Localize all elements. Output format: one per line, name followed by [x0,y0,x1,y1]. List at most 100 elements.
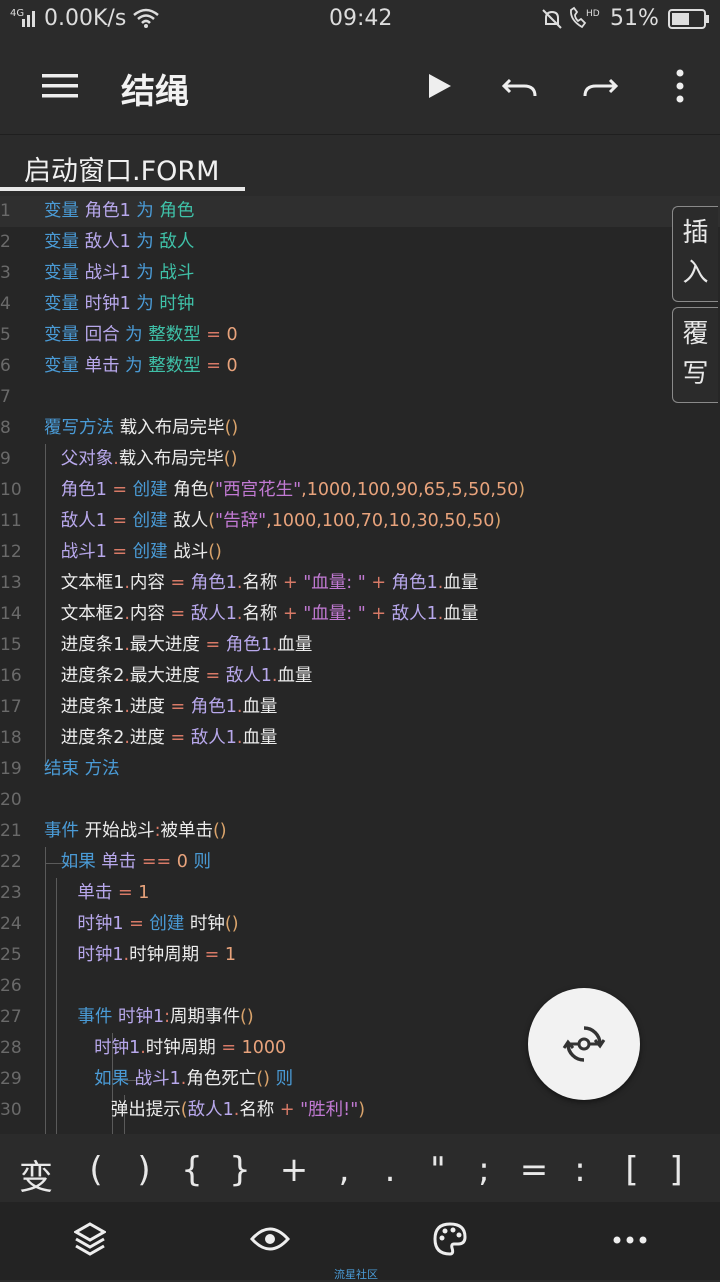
symbol-key[interactable]: = [514,1150,554,1190]
symbol-key[interactable]: " [418,1150,458,1190]
symbol-key[interactable]: 变 [16,1150,56,1199]
code-line[interactable]: 21 事件 开始战斗:被单击() [0,816,720,847]
signal-bars-icon [22,11,35,27]
code-token: = [200,325,227,345]
code-line[interactable]: 25 时钟1.时钟周期 = 1 [0,940,720,971]
code-line[interactable]: 30 弹出提示(敌人1.名称 + "胜利!") [0,1095,720,1126]
hd-call-icon: HD [570,6,600,29]
code-token: 时钟1 [77,914,124,934]
code-line[interactable]: 5 变量 回合 为 整数型 = 0 [0,320,720,351]
code-line[interactable]: 6 变量 单击 为 整数型 = 0 [0,351,720,382]
code-token: 战斗1 [60,542,107,562]
code-token: ) [358,1100,366,1120]
code-text: 弹出提示(敌人1.名称 + "胜利!") [44,1095,365,1126]
code-token: 敌人1 [391,604,438,624]
symbol-key[interactable]: } [220,1150,260,1190]
code-token: 文本框1 [44,573,125,593]
svg-text:HD: HD [586,9,600,19]
code-token: 血量 [242,697,278,717]
code-line[interactable]: 7 [0,382,720,413]
code-token: 0 [226,356,238,376]
code-token: 1000 [241,1038,287,1058]
code-text: 战斗1 = 创建 战斗() [44,537,222,568]
code-line[interactable]: 2 变量 敌人1 为 敌人 [0,227,720,258]
code-line[interactable]: 13 文本框1.内容 = 角色1.名称 + "血量: " + 角色1.血量 [0,568,720,599]
more-vert-icon[interactable] [674,68,686,104]
code-token: 载入布局完毕 [114,418,225,438]
code-line[interactable]: 15 进度条1.最大进度 = 角色1.血量 [0,630,720,661]
layers-icon[interactable] [74,1222,106,1256]
code-text: 变量 战斗1 为 战斗 [44,258,194,289]
symbol-key[interactable]: : [560,1150,600,1190]
code-line[interactable]: 12 战斗1 = 创建 战斗() [0,537,720,568]
code-token: 时钟1 [77,945,124,965]
code-token: 战斗1 [129,1069,181,1089]
code-line[interactable]: 3 变量 战斗1 为 战斗 [0,258,720,289]
code-token: = [170,573,191,593]
line-number: 9 [0,449,11,469]
code-token: 事件 [77,1007,113,1027]
code-text: 事件 时钟1:周期事件() [44,1002,253,1033]
symbol-bar: 变 (){} +,. "; =: [] [0,1136,720,1202]
code-token: + [283,573,304,593]
more-horiz-icon[interactable] [612,1234,648,1246]
code-token: + [365,604,392,624]
code-token: 名称 [239,1100,280,1120]
insert-button[interactable]: 插 入 [672,206,718,302]
code-line[interactable]: 14 文本框2.内容 = 敌人1.名称 + "血量: " + 敌人1.血量 [0,599,720,630]
code-line[interactable]: 19 结束 方法 [0,754,720,785]
code-line[interactable]: 22 如果 单击 == 0 则 [0,847,720,878]
symbol-key[interactable]: [ [612,1150,652,1190]
code-line[interactable]: 23 单击 = 1 [0,878,720,909]
play-icon[interactable] [428,73,452,99]
code-editor[interactable]: 1 变量 角色1 为 角色 2 变量 敌人1 为 敌人 3 变量 战斗1 为 战斗 4 变量 … [0,196,720,1134]
line-number: 24 [0,914,22,934]
code-line[interactable]: 17 进度条1.进度 = 角色1.血量 [0,692,720,723]
symbol-key[interactable]: ; [464,1150,504,1190]
code-line[interactable]: 24 时钟1 = 创建 时钟() [0,909,720,940]
menu-icon[interactable] [42,72,78,100]
code-line[interactable]: 20 [0,785,720,816]
code-token: 变量 [44,232,79,252]
code-line[interactable]: 11 敌人1 = 创建 敌人("告辞",1000,100,70,10,30,50… [0,506,720,537]
tab-indicator [0,187,245,191]
symbol-key[interactable]: ) [124,1150,164,1190]
code-token: 名称 [242,604,284,624]
overwrite-button[interactable]: 覆 写 [672,307,718,403]
symbol-key[interactable]: ] [656,1150,696,1190]
undo-icon[interactable] [502,74,538,98]
code-token: = [200,356,227,376]
code-line[interactable]: 16 进度条2.最大进度 = 敌人1.血量 [0,661,720,692]
code-line[interactable]: 9 父对象.载入布局完毕() [0,444,720,475]
code-line[interactable]: 8 覆写方法 载入布局完毕() [0,413,720,444]
code-line[interactable]: 10 角色1 = 创建 角色("西宫花生",1000,100,90,65,5,5… [0,475,720,506]
code-token: 变量 [44,263,79,283]
tab-startup-form[interactable]: 启动窗口.FORM [24,149,219,188]
wifi-icon [133,8,159,28]
code-token: 最大进度 [129,635,206,655]
line-number: 26 [0,976,22,996]
code-token: = [205,666,226,686]
palette-icon[interactable] [433,1222,467,1256]
fab-button[interactable] [528,988,640,1100]
symbol-key[interactable]: ( [76,1150,116,1190]
code-token: = [106,542,133,562]
app-title: 结绳 [121,72,189,112]
eye-icon[interactable] [250,1226,290,1252]
code-line[interactable]: 4 变量 时钟1 为 时钟 [0,289,720,320]
code-token: 弹出提示 [44,1100,181,1120]
symbol-key[interactable]: . [370,1150,410,1190]
redo-icon[interactable] [582,74,618,98]
code-line[interactable]: 18 进度条2.进度 = 敌人1.血量 [0,723,720,754]
code-token: ,1000,100,90,65,5,50,50 [301,480,519,500]
code-token: 时钟 [184,914,225,934]
code-line[interactable]: 1 变量 角色1 为 角色 [0,196,720,227]
code-text: 变量 时钟1 为 时钟 [44,289,194,320]
symbol-key[interactable]: { [172,1150,212,1190]
symbol-key[interactable]: + [274,1150,314,1190]
code-token: 整数型 [142,325,201,345]
symbol-key[interactable]: , [324,1150,364,1190]
code-token: = [170,697,191,717]
line-number: 5 [0,325,11,345]
code-token: 单击 [95,852,137,872]
